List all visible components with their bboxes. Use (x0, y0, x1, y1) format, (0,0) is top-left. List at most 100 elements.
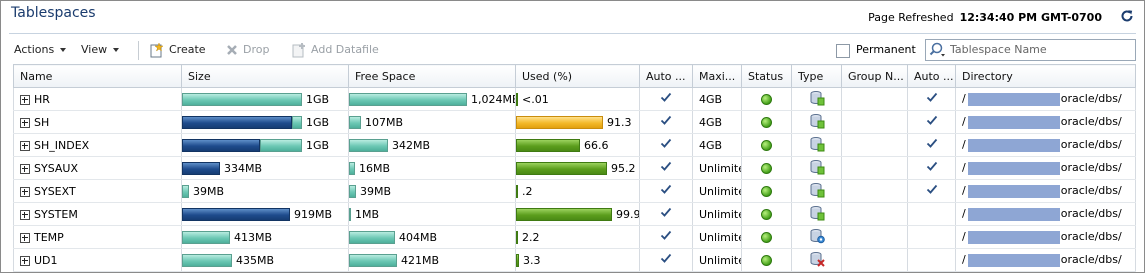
expand-icon[interactable] (20, 209, 30, 220)
cell-group-name (841, 225, 908, 249)
redacted-path (967, 253, 1060, 267)
size-bar: 435MB (182, 254, 274, 267)
cell-auto-segment (907, 248, 956, 272)
expand-icon[interactable] (20, 163, 30, 174)
column-header-maximum[interactable]: Maxi... (692, 64, 742, 88)
table-row[interactable]: SH 1GB 107MB 91.3 4GB / oracle/dbs/ (13, 110, 1136, 134)
expand-icon[interactable] (20, 140, 30, 151)
column-header-free-space[interactable]: Free Space (348, 64, 516, 88)
column-header-status[interactable]: Status (741, 64, 792, 88)
cell-auto-extend (639, 202, 693, 226)
tablespace-name[interactable]: SYSEXT (34, 185, 76, 198)
size-value: 1GB (306, 139, 330, 152)
redacted-path (967, 115, 1060, 129)
expand-icon[interactable] (20, 255, 30, 266)
cell-type (791, 156, 842, 180)
tablespace-name[interactable]: SYSAUX (34, 162, 78, 175)
drop-label: Drop (243, 43, 270, 56)
tablespace-name[interactable]: UD1 (34, 254, 58, 267)
actions-menu[interactable]: Actions (14, 41, 67, 59)
expand-icon[interactable] (20, 117, 30, 128)
cell-auto-extend (639, 156, 693, 180)
size-bar: 334MB (182, 162, 262, 175)
cell-free-space: 1,024MB (348, 87, 516, 111)
add-datafile-label: Add Datafile (311, 43, 379, 56)
permanent-tablespace-icon (810, 113, 824, 128)
tablespace-search[interactable] (925, 39, 1136, 61)
cell-status (741, 225, 792, 249)
cell-status (741, 248, 792, 272)
cell-maximum: Unlimited (692, 248, 742, 272)
table-row[interactable]: HR 1GB 1,024MB <.01 4GB / oracle/dbs/ (13, 87, 1136, 111)
directory-suffix: oracle/dbs/ (1060, 184, 1122, 198)
add-datafile-button[interactable]: Add Datafile (291, 41, 379, 59)
size-used-bar (182, 116, 292, 129)
expand-icon[interactable] (20, 186, 30, 197)
cell-group-name (841, 156, 908, 180)
size-value: 919MB (294, 208, 333, 221)
expand-icon[interactable] (20, 94, 30, 105)
cell-used: 95.2 (515, 156, 640, 180)
column-header-group-name[interactable]: Group N... (841, 64, 908, 88)
table-row[interactable]: SYSEXT 39MB 39MB .2 Unlimited / oracle/dbs/ (13, 179, 1136, 203)
cell-maximum: 4GB (692, 87, 742, 111)
directory-prefix: / (962, 253, 966, 267)
cell-group-name (841, 248, 908, 272)
redacted-path (967, 184, 1060, 198)
directory-prefix: / (962, 115, 966, 129)
create-icon (150, 42, 164, 58)
column-header-name[interactable]: Name (13, 64, 182, 88)
refresh-icon[interactable] (1120, 9, 1134, 23)
column-header-auto-segment[interactable]: Auto ... (907, 64, 956, 88)
tablespace-name[interactable]: SH_INDEX (34, 139, 89, 152)
cell-group-name (841, 87, 908, 111)
status-online-icon (761, 163, 772, 174)
cell-auto-extend (639, 87, 693, 111)
permanent-tablespace-icon (810, 90, 824, 105)
tablespace-name[interactable]: SYSTEM (34, 208, 78, 221)
column-header-auto-extend[interactable]: Auto ... (639, 64, 693, 88)
cell-free-space: 404MB (348, 225, 516, 249)
size-value: 1GB (306, 93, 330, 106)
status-online-icon (761, 117, 772, 128)
used-bar: 95.2 (516, 162, 636, 175)
permanent-checkbox[interactable] (836, 44, 850, 58)
column-header-used[interactable]: Used (%) (515, 64, 640, 88)
table-row[interactable]: SYSTEM 919MB 1MB 99.9 Unlimited / oracle/dbs/ (13, 202, 1136, 226)
cell-type (791, 179, 842, 203)
chevron-down-icon (60, 48, 67, 52)
status-online-icon (761, 140, 772, 151)
free-space-value: 107MB (365, 116, 404, 129)
size-free-bar (182, 231, 230, 244)
used-fill (516, 231, 518, 244)
table-row[interactable]: TEMP 413MB 404MB 2.2 Unlimited / oracle/dbs/ (13, 225, 1136, 249)
free-space-fill (349, 162, 355, 175)
directory-suffix: oracle/dbs/ (1060, 253, 1122, 267)
cell-auto-segment (907, 156, 956, 180)
table-row[interactable]: SYSAUX 334MB 16MB 95.2 Unlimited / oracle/dbs/ (13, 156, 1136, 180)
search-input[interactable] (950, 41, 1130, 57)
table-row[interactable]: SH_INDEX 1GB 342MB 66.6 4GB / oracle/dbs/ (13, 133, 1136, 157)
tablespace-name[interactable]: HR (34, 93, 50, 106)
column-header-size[interactable]: Size (181, 64, 349, 88)
cell-name: SYSTEM (13, 202, 182, 226)
status-online-icon (761, 255, 772, 266)
column-header-directory[interactable]: Directory (955, 64, 1136, 88)
free-space-fill (349, 93, 467, 106)
expand-icon[interactable] (20, 232, 30, 243)
search-icon[interactable] (929, 42, 947, 58)
page-title: Tablespaces (11, 5, 96, 21)
cell-auto-segment (907, 179, 956, 203)
status-online-icon (761, 209, 772, 220)
tablespace-name[interactable]: SH (34, 116, 49, 129)
size-value: 39MB (193, 185, 225, 198)
table-row[interactable]: UD1 435MB 421MB 3.3 Unlimited / oracle/dbs/ (13, 248, 1136, 272)
tablespace-name[interactable]: TEMP (34, 231, 64, 244)
drop-button[interactable]: Drop (225, 41, 269, 59)
cell-used: .2 (515, 179, 640, 203)
create-button[interactable]: Create (149, 41, 206, 59)
used-value: .2 (522, 185, 533, 198)
cell-used: 91.3 (515, 110, 640, 134)
view-menu[interactable]: View (81, 41, 120, 59)
column-header-type[interactable]: Type (791, 64, 842, 88)
